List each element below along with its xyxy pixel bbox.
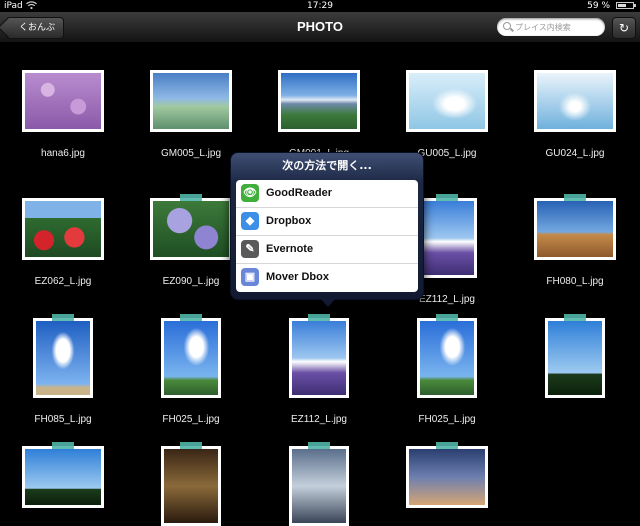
app-label: Evernote: [266, 243, 314, 255]
open-in-evernote[interactable]: ✎ Evernote: [236, 236, 418, 264]
tape-decoration: [180, 442, 202, 449]
photo-thumbnail[interactable]: [534, 70, 616, 132]
refresh-icon: ↻: [618, 21, 630, 35]
goodreader-icon: 👁: [241, 184, 259, 202]
app-label: Dropbox: [266, 215, 312, 227]
popover-title: 次の方法で開く...: [282, 159, 372, 172]
photo-thumbnail[interactable]: [161, 446, 221, 526]
photo-caption: EZ112_L.jpg: [291, 414, 347, 425]
open-in-mover-dbox[interactable]: ▣ Mover Dbox: [236, 264, 418, 291]
photo-thumbnail[interactable]: [545, 318, 605, 398]
photo-thumbnail[interactable]: [289, 318, 349, 398]
search-box[interactable]: [497, 18, 605, 36]
tape-decoration: [308, 314, 330, 321]
photo-caption: GU024_L.jpg: [545, 148, 605, 159]
tape-decoration: [52, 314, 74, 321]
photo-thumbnail[interactable]: [150, 198, 232, 260]
battery-icon: [616, 2, 636, 9]
photo-thumbnail[interactable]: [278, 70, 360, 132]
status-bar: iPad 17:29 59 %: [0, 0, 640, 12]
photo-thumbnail[interactable]: [417, 318, 477, 398]
photo-caption: FH025_L.jpg: [162, 414, 220, 425]
evernote-icon: ✎: [241, 240, 259, 258]
status-time: 17:29: [307, 1, 333, 11]
battery-percent: 59 %: [587, 1, 610, 11]
tape-decoration: [564, 314, 586, 321]
photo-caption: EZ062_L.jpg: [34, 276, 92, 287]
tape-decoration: [180, 194, 202, 201]
refresh-button[interactable]: ↻: [612, 17, 636, 39]
tape-decoration: [52, 442, 74, 449]
search-input[interactable]: [515, 19, 601, 35]
dropbox-icon: ◆: [241, 212, 259, 230]
photo-thumbnail[interactable]: [22, 198, 104, 260]
mover-dbox-icon: ▣: [241, 268, 259, 286]
app-label: Mover Dbox: [266, 271, 329, 283]
photo-thumbnail[interactable]: [22, 70, 104, 132]
photo-caption: FH025_L.jpg: [418, 414, 476, 425]
search-icon: [503, 22, 511, 30]
photo-thumbnail[interactable]: [150, 70, 232, 132]
photo-thumbnail[interactable]: [406, 446, 488, 508]
photo-caption: FH080_L.jpg: [546, 276, 604, 287]
photo-caption: hana6.jpg: [41, 148, 85, 159]
photo-thumbnail[interactable]: [161, 318, 221, 398]
photo-thumbnail[interactable]: [22, 446, 104, 508]
popover-arrow: [319, 297, 337, 307]
photo-thumbnail[interactable]: [406, 70, 488, 132]
open-in-goodreader[interactable]: 👁 GoodReader: [236, 180, 418, 208]
tape-decoration: [308, 442, 330, 449]
open-in-app-list: 👁 GoodReader ◆ Dropbox ✎ Evernote ▣ Move…: [236, 180, 418, 292]
tape-decoration: [436, 314, 458, 321]
tape-decoration: [180, 314, 202, 321]
navigation-bar: くおんぶ PHOTO ↻: [0, 12, 640, 43]
tape-decoration: [564, 194, 586, 201]
app-label: GoodReader: [266, 187, 333, 199]
open-in-popover: 次の方法で開く... 👁 GoodReader ◆ Dropbox ✎ Ever…: [230, 152, 424, 300]
tape-decoration: [436, 442, 458, 449]
photo-thumbnail[interactable]: [33, 318, 93, 398]
open-in-dropbox[interactable]: ◆ Dropbox: [236, 208, 418, 236]
photo-thumbnail[interactable]: [417, 198, 477, 278]
photo-caption: FH085_L.jpg: [34, 414, 92, 425]
photo-thumbnail[interactable]: [289, 446, 349, 526]
tape-decoration: [436, 194, 458, 201]
photo-thumbnail[interactable]: [534, 198, 616, 260]
